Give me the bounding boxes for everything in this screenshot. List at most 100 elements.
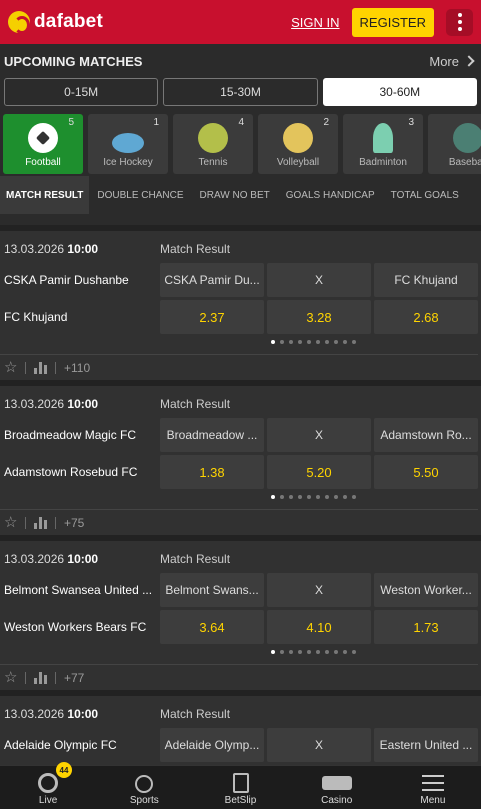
top-header: dafabet SIGN IN REGISTER <box>0 0 481 44</box>
stats-chart-icon[interactable] <box>34 671 47 684</box>
sign-in-link[interactable]: SIGN IN <box>291 15 339 30</box>
time-filter-tabs: 0-15M 15-30M 30-60M <box>0 78 481 106</box>
home-team[interactable]: Adelaide Olympic FC <box>4 738 154 752</box>
more-markets-link[interactable]: +77 <box>64 671 84 685</box>
sport-tennis[interactable]: 4 Tennis <box>173 114 253 174</box>
live-count-badge: 44 <box>56 762 72 778</box>
football-icon <box>28 123 58 153</box>
home-team[interactable]: Broadmeadow Magic FC <box>4 428 154 442</box>
match-date: 13.03.2026 <box>4 707 65 721</box>
sport-ice-hockey[interactable]: 1 Ice Hockey <box>88 114 168 174</box>
nav-label: Casino <box>321 795 353 806</box>
sport-badminton[interactable]: 3 Badminton <box>343 114 423 174</box>
page: dafabet SIGN IN REGISTER UPCOMING MATCHE… <box>0 0 481 809</box>
sport-baseball[interactable]: Baseball <box>428 114 481 174</box>
sport-label: Tennis <box>198 157 228 168</box>
pagination-dots[interactable] <box>271 495 356 499</box>
baseball-icon <box>453 123 481 153</box>
sport-label: Ice Hockey <box>103 157 153 168</box>
match-footer: +77 <box>0 664 478 690</box>
more-options-icon[interactable] <box>446 8 473 36</box>
sport-count: 4 <box>238 117 244 128</box>
odds-home-button[interactable]: 3.64 <box>160 610 264 644</box>
odds-draw-button[interactable]: 4.10 <box>267 610 371 644</box>
stats-chart-icon[interactable] <box>34 516 47 529</box>
outcome-draw-label: X <box>267 728 371 762</box>
match-footer: +110 <box>0 354 478 380</box>
match-time: 10:00 <box>67 552 99 566</box>
outcome-away-label: Weston Worker... <box>374 573 478 607</box>
match-time: 10:00 <box>67 397 99 411</box>
sport-label: Badminton <box>359 157 407 168</box>
match-list: 13.03.2026 10:00 Match Result CSKA Pamir… <box>0 225 481 809</box>
live-icon <box>38 773 59 793</box>
ice-hockey-icon <box>112 133 144 153</box>
odds-home-button[interactable]: 2.37 <box>160 300 264 334</box>
more-markets-link[interactable]: +110 <box>64 361 90 375</box>
tab-double-chance[interactable]: DOUBLE CHANCE <box>89 176 191 214</box>
slot-machine-icon <box>321 776 352 790</box>
sport-label: Football <box>25 157 61 168</box>
more-link[interactable]: More <box>429 54 477 69</box>
market-label: Match Result <box>160 397 231 411</box>
odds-draw-button[interactable]: 3.28 <box>267 300 371 334</box>
sports-carousel: 5 Football 1 Ice Hockey 4 Tennis 2 Volle… <box>0 106 481 176</box>
favorite-star-icon[interactable] <box>4 358 17 376</box>
more-markets-link[interactable]: +75 <box>64 516 84 530</box>
hamburger-icon <box>421 775 444 791</box>
outcome-away-label: FC Khujand <box>374 263 478 297</box>
match-date: 13.03.2026 <box>4 552 65 566</box>
nav-casino[interactable]: Casino <box>289 766 385 809</box>
logo-text: dafabet <box>34 11 103 32</box>
outcome-away-label: Eastern United ... <box>374 728 478 762</box>
pagination-dots[interactable] <box>271 340 356 344</box>
sport-football[interactable]: 5 Football <box>3 114 83 174</box>
chevron-right-icon <box>463 55 475 67</box>
home-team[interactable]: Belmont Swansea United ... <box>4 583 154 597</box>
badminton-icon <box>373 123 393 153</box>
nav-sports[interactable]: Sports <box>96 766 192 809</box>
logo[interactable]: dafabet <box>8 11 103 34</box>
bottom-navigation: 44 Live Sports BetSlip Casino Menu <box>0 762 481 809</box>
nav-live[interactable]: 44 Live <box>0 762 96 809</box>
away-team[interactable]: FC Khujand <box>4 310 154 324</box>
match-date: 13.03.2026 <box>4 397 65 411</box>
away-team[interactable]: Weston Workers Bears FC <box>4 620 154 634</box>
odds-away-button[interactable]: 1.73 <box>374 610 478 644</box>
tab-draw-no-bet[interactable]: DRAW NO BET <box>192 176 278 214</box>
tennis-icon <box>198 123 228 153</box>
upcoming-header: UPCOMING MATCHES More <box>0 44 481 78</box>
time-tab-15-30m[interactable]: 15-30M <box>163 78 318 106</box>
outcome-home-label: Broadmeadow ... <box>160 418 264 452</box>
match-time: 10:00 <box>67 242 99 256</box>
sport-count: 3 <box>408 117 414 128</box>
tab-match-result[interactable]: MATCH RESULT <box>0 176 90 214</box>
nav-betslip[interactable]: BetSlip <box>192 766 288 809</box>
nav-label: Live <box>38 795 58 806</box>
sport-label: Volleyball <box>276 157 320 168</box>
sport-count: 2 <box>323 117 329 128</box>
favorite-star-icon[interactable] <box>4 513 17 531</box>
register-button[interactable]: REGISTER <box>351 7 434 37</box>
sport-count: 1 <box>153 117 159 128</box>
away-team[interactable]: Adamstown Rosebud FC <box>4 465 154 479</box>
outcome-draw-label: X <box>267 418 371 452</box>
favorite-star-icon[interactable] <box>4 668 17 686</box>
nav-label: Sports <box>129 795 159 806</box>
match-datetime: 13.03.2026 10:00 <box>4 397 98 411</box>
odds-away-button[interactable]: 2.68 <box>374 300 478 334</box>
home-team[interactable]: CSKA Pamir Dushanbe <box>4 273 154 287</box>
odds-draw-button[interactable]: 5.20 <box>267 455 371 489</box>
match-card: 13.03.2026 10:00 Match Result CSKA Pamir… <box>0 225 481 380</box>
tab-goals-handicap[interactable]: GOALS HANDICAP <box>278 176 383 214</box>
time-tab-30-60m[interactable]: 30-60M <box>322 78 477 106</box>
outcome-home-label: CSKA Pamir Du... <box>160 263 264 297</box>
pagination-dots[interactable] <box>271 650 356 654</box>
nav-menu[interactable]: Menu <box>385 766 481 809</box>
stats-chart-icon[interactable] <box>34 361 47 374</box>
sport-volleyball[interactable]: 2 Volleyball <box>258 114 338 174</box>
time-tab-0-15m[interactable]: 0-15M <box>4 78 159 106</box>
odds-away-button[interactable]: 5.50 <box>374 455 478 489</box>
odds-home-button[interactable]: 1.38 <box>160 455 264 489</box>
tab-total-goals[interactable]: TOTAL GOALS <box>383 176 467 214</box>
